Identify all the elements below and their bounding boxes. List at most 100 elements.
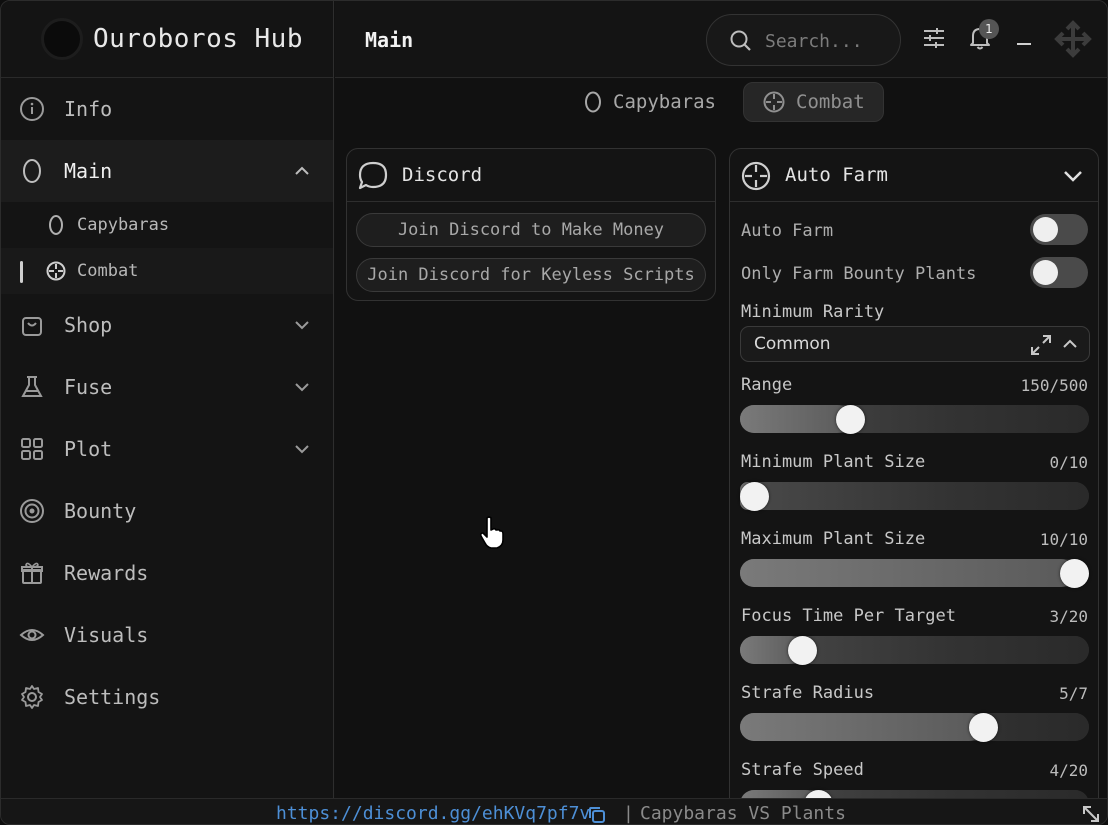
logo-icon: [41, 18, 83, 60]
chevron-down-icon: [295, 321, 309, 330]
sidebar: Ouroboros Hub Info Main Capybaras Combat…: [1, 1, 334, 798]
page-title: Main: [365, 28, 414, 52]
chevron-down-icon: [295, 383, 309, 392]
range-slider[interactable]: [740, 405, 1089, 434]
sidebar-item-label: Settings: [64, 685, 161, 709]
tab-capybaras[interactable]: Capybaras: [583, 82, 733, 122]
sidebar-nav: Info Main Capybaras Combat Shop Fuse Plo…: [1, 78, 333, 728]
info-icon: [19, 96, 45, 122]
sidebar-item-label: Plot: [64, 437, 113, 461]
sidebar-item-main[interactable]: Main: [1, 140, 333, 202]
gift-icon: [19, 560, 45, 586]
brand: Ouroboros Hub: [1, 1, 333, 78]
crosshair-icon: [762, 90, 786, 114]
strafe-speed-label: Strafe Speed: [741, 760, 864, 780]
auto-farm-card: Auto Farm Auto Farm Only Farm Bounty Pla…: [729, 148, 1099, 824]
only-bounty-plants-toggle[interactable]: [1030, 257, 1088, 288]
auto-farm-toggle[interactable]: [1030, 214, 1088, 245]
sidebar-subitem-label: Combat: [77, 261, 139, 281]
chevron-down-icon: [295, 445, 309, 454]
toggle-knob: [1033, 217, 1058, 242]
tab-label: Combat: [796, 91, 865, 113]
discord-link[interactable]: https://discord.gg/ehKVq7pf7v: [276, 803, 590, 824]
focus-time-per-target-slider[interactable]: [740, 636, 1089, 665]
maximum-plant-size-value: 10/10: [1039, 530, 1088, 549]
toggle-knob: [1033, 260, 1058, 285]
sidebar-item-bounty[interactable]: Bounty: [1, 480, 333, 542]
game-name: Capybaras VS Plants: [640, 803, 846, 824]
search-input[interactable]: [765, 27, 890, 55]
focus-time-per-target-value: 3/20: [1049, 607, 1088, 626]
maximum-plant-size-slider[interactable]: [740, 559, 1089, 588]
tab-combat[interactable]: Combat: [743, 82, 884, 122]
sidebar-item-label: Info: [64, 97, 113, 121]
slider-thumb[interactable]: [836, 405, 865, 434]
hand-cursor-icon: [479, 516, 504, 549]
strafe-radius-slider[interactable]: [740, 713, 1089, 742]
crosshair-icon: [740, 160, 772, 196]
sidebar-subitem-label: Capybaras: [77, 215, 170, 235]
sidebar-item-settings[interactable]: Settings: [1, 666, 333, 728]
join-discord-money-button[interactable]: Join Discord to Make Money: [356, 213, 706, 247]
shop-bag-icon: [19, 312, 45, 338]
slider-thumb[interactable]: [968, 713, 998, 742]
move-icon[interactable]: [1053, 19, 1093, 59]
gear-icon: [19, 684, 45, 710]
strafe-radius-value: 5/7: [1059, 684, 1088, 703]
range-label: Range: [741, 375, 793, 395]
copy-icon[interactable]: [587, 805, 607, 825]
expand-icon[interactable]: [1029, 333, 1053, 357]
card-title: Discord: [402, 164, 483, 186]
sidebar-subitem-capybaras[interactable]: Capybaras: [1, 202, 333, 248]
resize-icon[interactable]: [1081, 804, 1101, 824]
target-icon: [19, 498, 45, 524]
sidebar-item-label: Fuse: [64, 375, 113, 399]
tab-label: Capybaras: [613, 91, 716, 113]
search-box[interactable]: [706, 14, 901, 66]
minimum-plant-size-slider[interactable]: [740, 482, 1089, 511]
content-area: Capybaras Combat Discord Join Discord to…: [335, 79, 1107, 824]
crosshair-icon: [45, 260, 67, 282]
sidebar-item-plot[interactable]: Plot: [1, 418, 333, 480]
sidebar-item-info[interactable]: Info: [1, 78, 333, 140]
sidebar-item-label: Rewards: [64, 561, 149, 585]
card-title: Auto Farm: [785, 164, 888, 186]
footer: https://discord.gg/ehKVq7pf7v | Capybara…: [1, 798, 1107, 825]
slider-thumb[interactable]: [788, 636, 817, 665]
capybara-icon: [583, 91, 603, 113]
auto-farm-label: Auto Farm: [741, 221, 834, 241]
minimum-rarity-dropdown[interactable]: Common: [740, 326, 1090, 362]
footer-separator: |: [623, 803, 634, 824]
capybara-icon: [19, 158, 45, 184]
sidebar-item-label: Shop: [64, 313, 113, 337]
chevron-down-icon[interactable]: [1062, 166, 1084, 186]
chevron-up-icon: [1063, 339, 1077, 348]
strafe-speed-value: 4/20: [1049, 761, 1088, 780]
sidebar-item-label: Bounty: [64, 499, 137, 523]
join-discord-keyless-button[interactable]: Join Discord for Keyless Scripts: [356, 258, 706, 292]
app-title: Ouroboros Hub: [93, 24, 303, 54]
sidebar-item-fuse[interactable]: Fuse: [1, 356, 333, 418]
sidebar-item-label: Main: [64, 159, 113, 183]
card-header: Discord: [347, 149, 715, 202]
maximum-plant-size-label: Maximum Plant Size: [741, 529, 926, 549]
sidebar-item-rewards[interactable]: Rewards: [1, 542, 333, 604]
notification-badge: 1: [979, 19, 999, 39]
search-icon: [730, 30, 751, 51]
chevron-up-icon: [295, 166, 309, 175]
sidebar-item-visuals[interactable]: Visuals: [1, 604, 333, 666]
sidebar-item-shop[interactable]: Shop: [1, 294, 333, 356]
eye-icon: [19, 622, 45, 648]
only-bounty-plants-label: Only Farm Bounty Plants: [741, 264, 977, 284]
header: Main 1: [335, 1, 1107, 78]
selection-indicator: [20, 261, 23, 283]
slider-track: [740, 482, 1089, 510]
slider-thumb[interactable]: [1060, 559, 1089, 588]
flask-icon: [19, 374, 45, 400]
sliders-icon[interactable]: [919, 23, 949, 53]
card-header[interactable]: Auto Farm: [730, 149, 1098, 202]
slider-thumb[interactable]: [740, 482, 769, 511]
chat-bubble-icon: [357, 160, 389, 196]
sidebar-subitem-combat[interactable]: Combat: [1, 248, 333, 294]
minimize-icon[interactable]: [1009, 23, 1039, 53]
